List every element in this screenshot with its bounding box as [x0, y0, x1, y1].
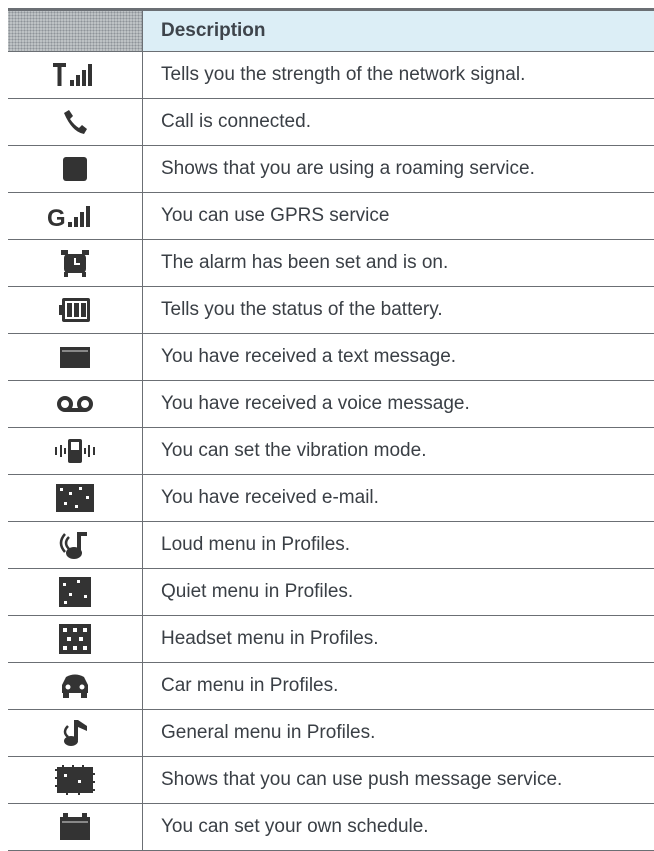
- row-description: You can set your own schedule.: [142, 804, 654, 850]
- description-column-header: Description: [142, 11, 654, 51]
- table-row: The alarm has been set and is on.: [8, 240, 654, 287]
- table-row: Tells you the status of the battery.: [8, 287, 654, 334]
- row-description: General menu in Profiles.: [142, 710, 654, 756]
- call-icon: [8, 99, 142, 145]
- icon-column-header: [8, 11, 142, 51]
- row-description: The alarm has been set and is on.: [142, 240, 654, 286]
- car-profile-icon: [8, 663, 142, 709]
- text-message-icon: [8, 334, 142, 380]
- email-icon: [8, 475, 142, 521]
- voice-message-icon: [8, 381, 142, 427]
- general-profile-icon: [8, 710, 142, 756]
- schedule-icon: [8, 804, 142, 850]
- row-description: Shows that you are using a roaming servi…: [142, 146, 654, 192]
- table-row: Car menu in Profiles.: [8, 663, 654, 710]
- status-icons-table: Description Tells you the strength of th…: [8, 8, 654, 851]
- roaming-icon: [8, 146, 142, 192]
- row-description: You have received a text message.: [142, 334, 654, 380]
- svg-text:G: G: [47, 205, 66, 230]
- table-row: You can set your own schedule.: [8, 804, 654, 851]
- loud-profile-icon: [8, 522, 142, 568]
- headset-profile-icon: [8, 616, 142, 662]
- table-row: Shows that you can use push message serv…: [8, 757, 654, 804]
- table-row: You have received a voice message.: [8, 381, 654, 428]
- row-description: You can use GPRS service: [142, 193, 654, 239]
- table-header: Description: [8, 8, 654, 52]
- row-description: You have received a voice message.: [142, 381, 654, 427]
- vibration-icon: [8, 428, 142, 474]
- row-description: Car menu in Profiles.: [142, 663, 654, 709]
- alarm-icon: [8, 240, 142, 286]
- signal-strength-icon: [8, 52, 142, 98]
- table-row: Call is connected.: [8, 99, 654, 146]
- row-description: Shows that you can use push message serv…: [142, 757, 654, 803]
- push-message-icon: [8, 757, 142, 803]
- table-row: Tells you the strength of the network si…: [8, 52, 654, 99]
- table-row: Headset menu in Profiles.: [8, 616, 654, 663]
- table-row: You can set the vibration mode.: [8, 428, 654, 475]
- battery-icon: [8, 287, 142, 333]
- row-description: Loud menu in Profiles.: [142, 522, 654, 568]
- gprs-icon: G: [8, 193, 142, 239]
- row-description: Tells you the status of the battery.: [142, 287, 654, 333]
- row-description: You can set the vibration mode.: [142, 428, 654, 474]
- row-description: Headset menu in Profiles.: [142, 616, 654, 662]
- table-row: Loud menu in Profiles.: [8, 522, 654, 569]
- table-row: You have received e-mail.: [8, 475, 654, 522]
- table-row: You have received a text message.: [8, 334, 654, 381]
- row-description: You have received e-mail.: [142, 475, 654, 521]
- row-description: Quiet menu in Profiles.: [142, 569, 654, 615]
- quiet-profile-icon: [8, 569, 142, 615]
- table-row: General menu in Profiles.: [8, 710, 654, 757]
- table-row: G You can use GPRS service: [8, 193, 654, 240]
- row-description: Call is connected.: [142, 99, 654, 145]
- row-description: Tells you the strength of the network si…: [142, 52, 654, 98]
- table-row: Shows that you are using a roaming servi…: [8, 146, 654, 193]
- table-row: Quiet menu in Profiles.: [8, 569, 654, 616]
